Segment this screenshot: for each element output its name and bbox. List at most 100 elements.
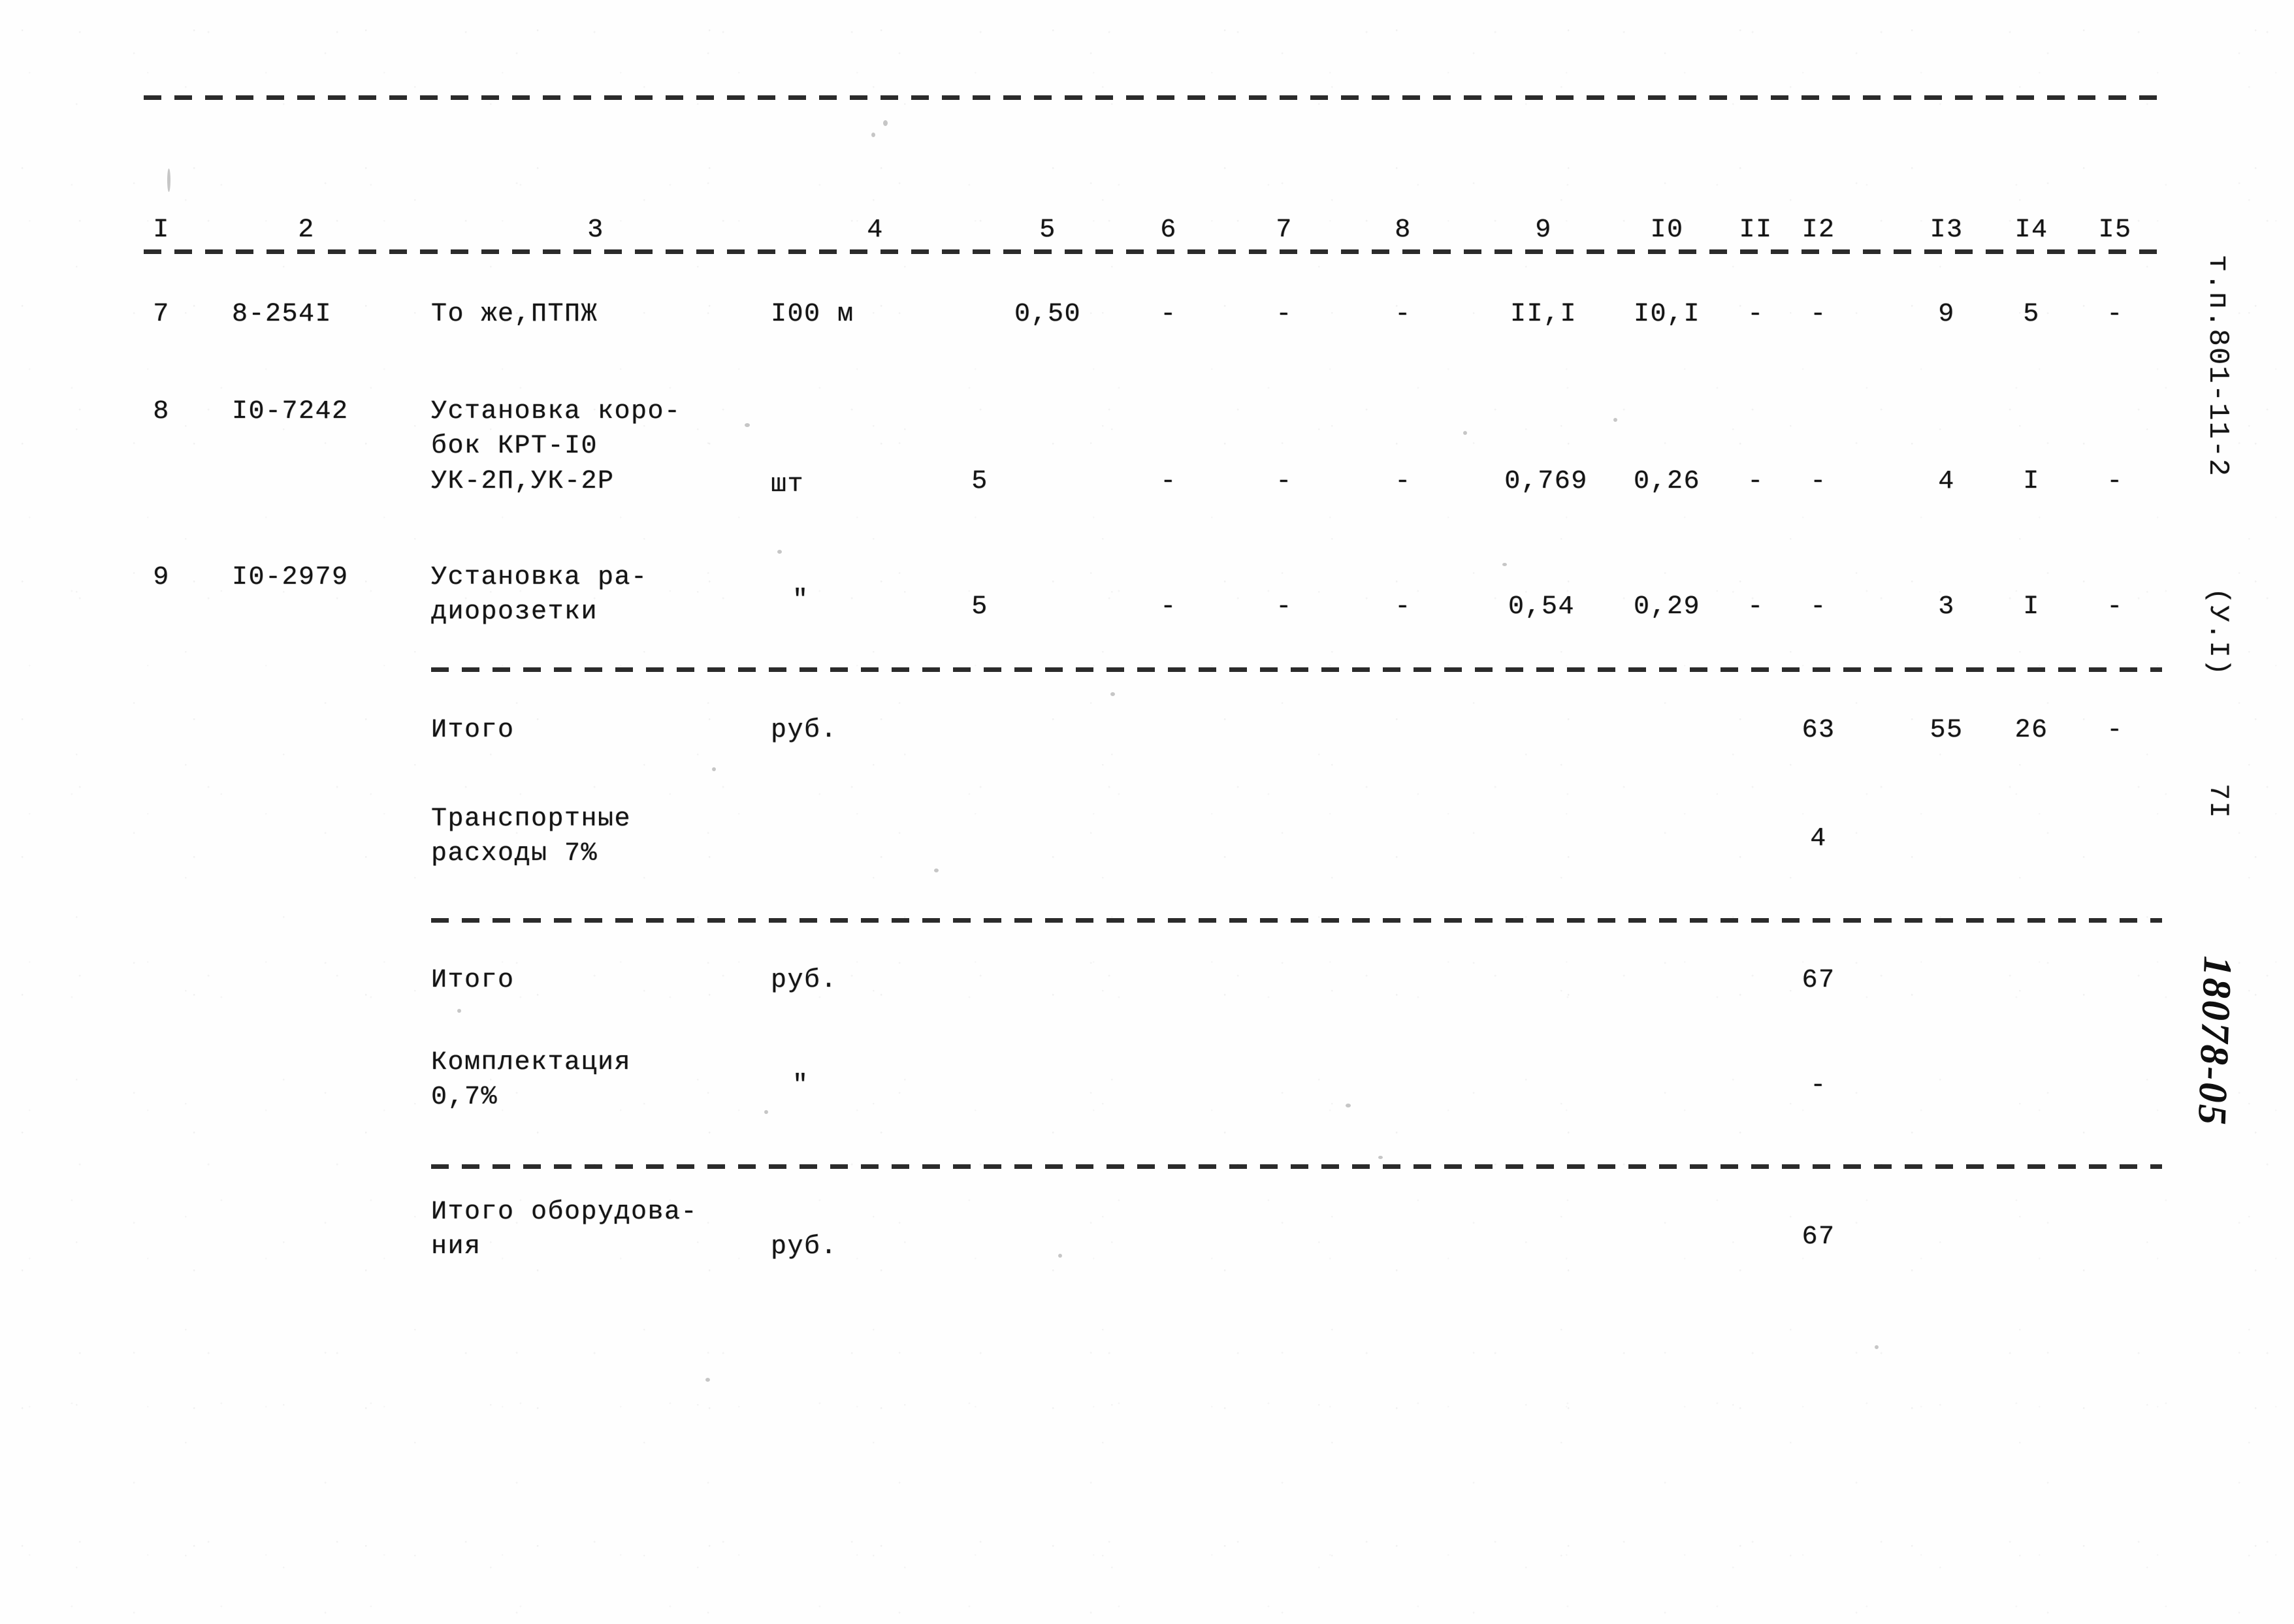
column-header-4: 4 [867,215,884,245]
scan-speck [1110,692,1115,696]
column-header-5: 5 [1039,215,1056,245]
scanned-page: I 2 3 4 5 6 7 8 9 I0 II I2 I3 I4 I5 7 8-… [0,0,2294,1624]
scan-speck [745,423,750,427]
scan-speck [1058,1254,1062,1258]
total-row-4-label-1: Комплектация [431,1048,632,1077]
scan-speck [167,168,170,192]
table-row-7-code: 8-254I [232,300,332,329]
table-row-7-c7: - [1276,300,1293,329]
column-header-14: I4 [2014,215,2048,245]
column-header-8: 8 [1395,215,1412,245]
scan-speck [934,868,939,872]
table-row-9-c11: - [1747,592,1764,622]
scan-speck [1463,431,1467,435]
table-row-7-no: 7 [153,300,170,329]
total-row-4-label-2: 0,7% [431,1083,498,1112]
scan-speck [1346,1104,1351,1107]
table-row-8-c10: 0,26 [1633,467,1701,496]
scan-speck [705,1378,710,1382]
table-header-bottom-rule [144,249,2162,254]
table-row-8-c15: - [2107,467,2124,496]
column-header-9: 9 [1535,215,1552,245]
margin-page-number: 7I [2203,784,2234,820]
table-row-8-no: 8 [153,397,170,426]
separator-rule-3 [431,1164,2162,1169]
table-row-8-c7: - [1276,467,1293,496]
table-row-7-c11: - [1747,300,1764,329]
column-header-10: I0 [1650,215,1684,245]
table-row-7-unit: I00 м [771,300,854,329]
table-top-rule [144,95,2162,100]
column-header-7: 7 [1276,215,1293,245]
total-row-2-c12: 4 [1810,824,1827,853]
table-row-7-c14: 5 [2023,300,2040,329]
table-row-9-name-1: Установка ра- [431,563,648,592]
separator-rule-1 [431,667,2162,672]
total-row-5-unit: руб. [771,1232,838,1262]
table-row-8-c8: - [1395,467,1412,496]
table-row-9-code: I0-2979 [232,563,349,592]
table-row-8-c13: 4 [1938,467,1955,496]
column-header-2: 2 [298,215,315,245]
total-row-1-c15: - [2107,716,2124,745]
table-row-9-qty: 5 [971,592,988,622]
table-row-9-name-2: диорозетки [431,597,598,627]
table-row-7-c9: II,I [1510,300,1577,329]
total-row-3-unit: руб. [771,966,838,995]
total-row-3-label: Итого [431,966,515,995]
scan-speck [1875,1345,1879,1349]
column-header-12: I2 [1801,215,1835,245]
table-row-8-name-2: бок КРТ-I0 [431,432,598,461]
table-row-8-qty: 5 [971,467,988,496]
scan-speck [457,1009,461,1013]
table-row-7-qty: 0,50 [1014,300,1082,329]
table-row-8-name-3: УК-2П,УК-2Р [431,467,615,496]
total-row-5-label-1: Итого оборудова- [431,1198,698,1227]
table-row-8-c14: I [2023,467,2040,496]
total-row-1-unit: руб. [771,716,838,745]
table-row-8-c9: 0,769 [1504,467,1588,496]
scan-speck [1613,418,1617,422]
total-row-1-label: Итого [431,716,515,745]
table-row-9-c15: - [2107,592,2124,622]
table-row-7-c15: - [2107,300,2124,329]
scan-speck [712,767,716,771]
scan-speck [1502,563,1507,566]
table-row-9-c10: 0,29 [1633,592,1701,622]
table-row-8-unit: шт [771,470,805,500]
table-row-9-unit-ditto: " [792,586,809,615]
total-row-2-label-2: расходы 7% [431,839,598,868]
total-row-3-c12: 67 [1801,966,1835,995]
total-row-1-c13: 55 [1930,716,1963,745]
table-row-9-c7: - [1276,592,1293,622]
total-row-1-c12: 63 [1801,716,1835,745]
table-row-9-c8: - [1395,592,1412,622]
table-row-9-c12: - [1810,592,1827,622]
margin-stamp-variant: (У.I) [2203,588,2234,677]
total-row-5-c12: 67 [1801,1222,1835,1252]
total-row-4-unit-ditto: " [792,1071,809,1100]
total-row-1-c14: 26 [2014,716,2048,745]
table-row-8-c12: - [1810,467,1827,496]
scan-speck [777,550,782,554]
table-row-7-c6: - [1160,300,1177,329]
total-row-2-label-1: Транспортные [431,804,632,834]
table-row-9-no: 9 [153,563,170,592]
scan-speck [764,1110,768,1114]
scan-speck [1378,1156,1383,1159]
table-row-7-name: То же,ПТПЖ [431,300,598,329]
table-row-8-c6: - [1160,467,1177,496]
margin-stamp-series: т.п.801-11-2 [2201,255,2234,477]
table-row-7-c8: - [1395,300,1412,329]
table-row-7-c12: - [1810,300,1827,329]
scan-speck [883,120,888,126]
table-row-8-c11: - [1747,467,1764,496]
table-row-8-name-1: Установка коро- [431,397,681,426]
column-header-6: 6 [1160,215,1177,245]
table-row-7-c13: 9 [1938,300,1955,329]
table-row-8-code: I0-7242 [232,397,349,426]
table-row-9-c9: 0,54 [1508,592,1575,622]
table-row-9-c6: - [1160,592,1177,622]
table-row-9-c13: 3 [1938,592,1955,622]
column-header-13: I3 [1930,215,1963,245]
